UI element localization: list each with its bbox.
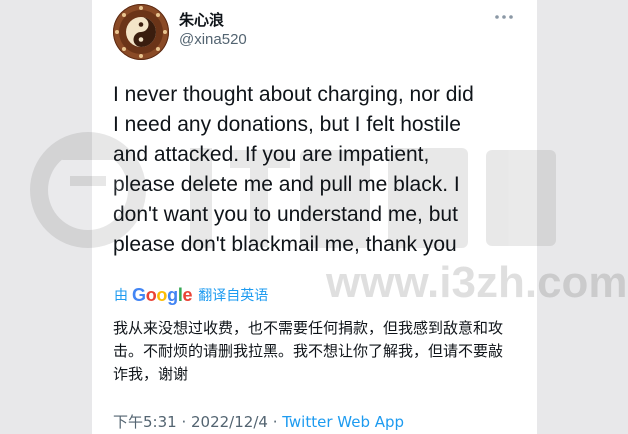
author-avatar[interactable] — [113, 4, 169, 60]
screenshot-page: 朱心浪 @xina520 I never thought about charg… — [0, 0, 628, 434]
meta-separator: · — [267, 413, 283, 431]
meta-separator: · — [176, 413, 191, 431]
yin-yang-avatar-icon — [114, 5, 168, 59]
author-handle[interactable]: @xina520 — [179, 31, 247, 48]
translated-text: 我从来没想过收费，也不需要任何捐款，但我感到敌意和攻击。不耐烦的请删我拉黑。我不… — [113, 319, 504, 383]
more-horizontal-icon[interactable] — [493, 10, 515, 24]
tweet-text: I never thought about charging, nor did … — [113, 83, 474, 256]
tweet-metadata: 下午5:31 · 2022/12/4 · Twitter Web App — [113, 411, 404, 432]
tweet-time[interactable]: 下午5:31 — [113, 413, 177, 431]
tweet-card: 朱心浪 @xina520 I never thought about charg… — [92, 0, 537, 434]
tweet-source[interactable]: Twitter Web App — [282, 413, 404, 431]
translate-action-label[interactable]: 翻译自英语 — [198, 285, 268, 305]
translate-attribution[interactable]: 由 Google 翻译自英语 — [114, 284, 268, 306]
translate-by-label: 由 — [114, 288, 128, 304]
author-display-name[interactable]: 朱心浪 — [179, 9, 224, 30]
google-logo: Google — [132, 284, 193, 305]
tweet-date[interactable]: 2022/12/4 — [191, 413, 268, 431]
